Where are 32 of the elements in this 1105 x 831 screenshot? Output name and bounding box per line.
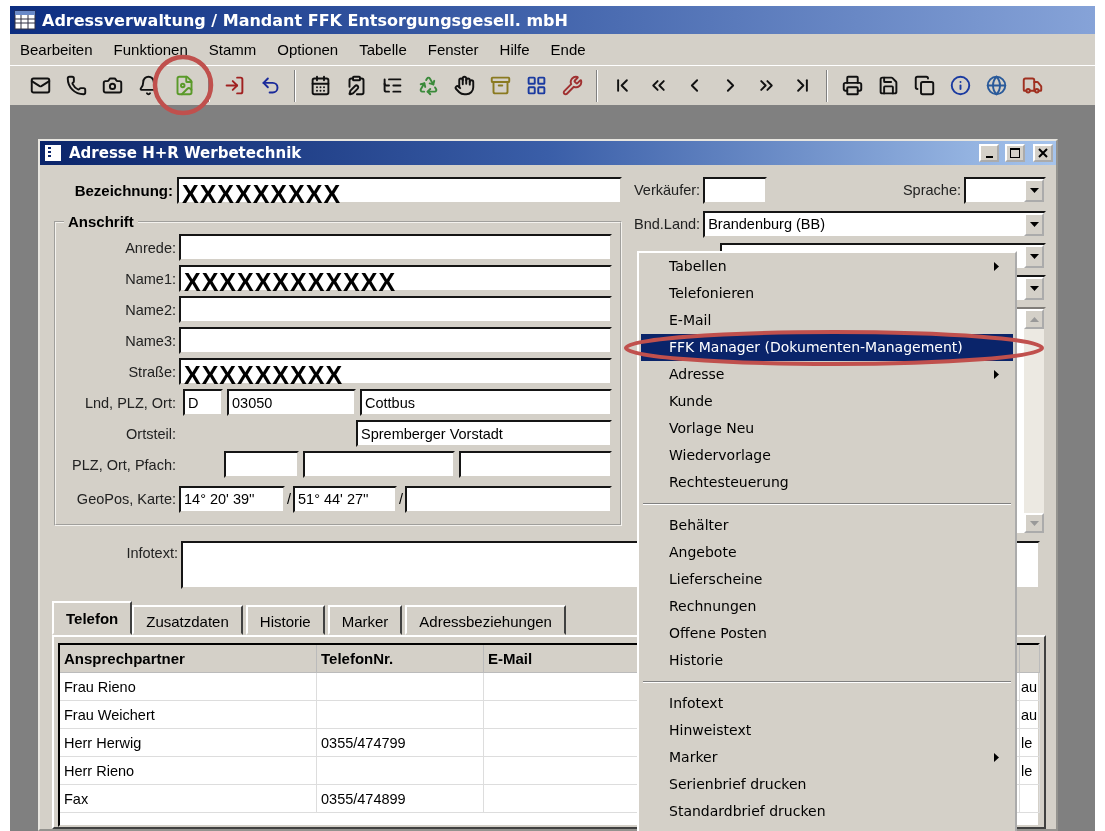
window-title: Adressverwaltung / Mandant FFK Entsorgungsgesell. mbH: [42, 10, 568, 30]
field-label: Lnd, PLZ, Ort:: [83, 394, 177, 411]
window-title: Adresse H+R Werbetechnik: [69, 144, 303, 162]
table-cell: 0355/474899: [317, 785, 484, 813]
separator-text: /: [399, 491, 404, 507]
field-label: Ortsteil:: [125, 425, 177, 442]
field-label: Anrede:: [124, 239, 177, 256]
field-label: Straße:: [127, 363, 177, 380]
table-cell: au: [1020, 673, 1040, 701]
field-label: Bezeichnung:: [73, 181, 174, 199]
table-cell: 0355/474799: [317, 729, 484, 757]
table-cell: Herr Herwig: [60, 729, 317, 757]
field-label: PLZ, Ort, Pfach:: [71, 456, 177, 473]
field-label: GeoPos, Karte:: [75, 491, 177, 507]
table-cell: Fax: [60, 785, 317, 813]
table-cell: au: [1020, 701, 1040, 729]
column-header: Ansprechpartner: [60, 645, 317, 673]
table-cell: Frau Rieno: [60, 673, 317, 701]
separator-text: /: [287, 491, 292, 507]
field-label: Name3:: [124, 332, 177, 349]
table-cell: Frau Weichert: [60, 701, 317, 729]
field-label: Name2:: [124, 301, 177, 318]
table-cell: le: [1020, 729, 1040, 757]
field-label: Infotext:: [125, 545, 179, 561]
table-cell: Herr Rieno: [60, 757, 317, 785]
table-cell: le: [1020, 757, 1040, 785]
field-label: Bnd.Land:: [634, 216, 702, 232]
group-title: Anschrift: [67, 213, 135, 230]
field-label: Sprache:: [902, 182, 962, 198]
field-label: Name1:: [124, 270, 177, 287]
field-label: Verkäufer:: [634, 182, 702, 198]
column-header: TelefonNr.: [317, 645, 484, 673]
